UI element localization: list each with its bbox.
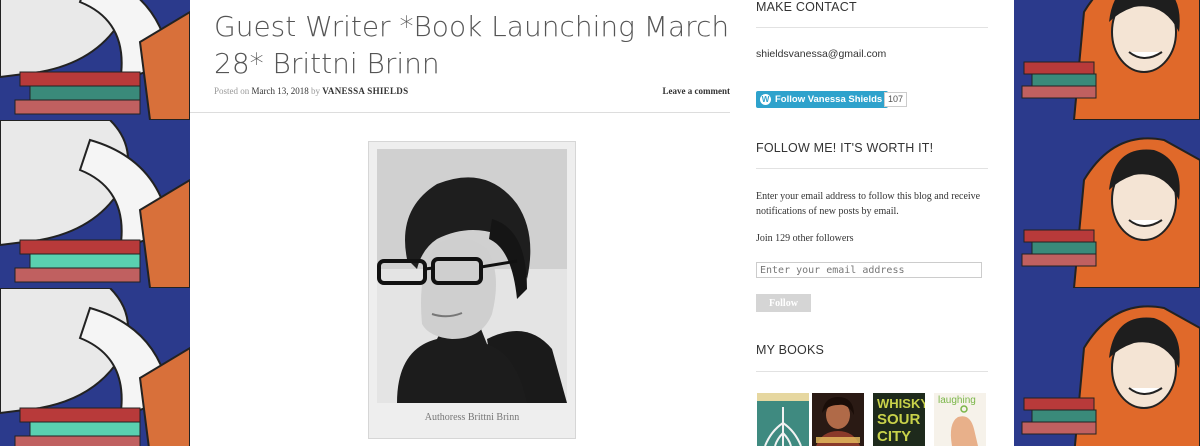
author-photo[interactable] <box>377 149 567 403</box>
post-meta: Posted on March 13, 2018 by VANESSA SHIE… <box>214 86 730 96</box>
book-title-line: laughing <box>938 395 976 406</box>
illustration-tile <box>1014 288 1200 446</box>
posted-on-label: Posted on <box>214 86 250 96</box>
follow-blog-button[interactable]: W Follow Vanessa Shields <box>756 91 889 108</box>
wordpress-icon: W <box>760 94 771 105</box>
right-background-pattern <box>1014 0 1200 446</box>
author-link[interactable]: VANESSA SHIELDS <box>322 86 408 96</box>
subscribe-description: Enter your email address to follow this … <box>756 191 981 217</box>
post-date-link[interactable]: March 13, 2018 <box>252 86 309 96</box>
subscribe-email-input[interactable] <box>756 262 982 278</box>
image-figure: Authoress Brittni Brinn <box>368 141 576 439</box>
subscribe-follow-button[interactable]: Follow <box>756 294 811 312</box>
leave-comment-link[interactable]: Leave a comment <box>663 86 730 96</box>
book-cover-portrait[interactable] <box>812 393 864 446</box>
widget-divider <box>756 27 988 28</box>
by-label: by <box>311 86 321 96</box>
book-cover-tree-roots[interactable] <box>757 393 809 446</box>
followers-count-text: Join 129 other followers <box>756 233 854 244</box>
illustration-tile <box>0 120 190 288</box>
book-cover-laughing[interactable]: laughing <box>934 393 986 446</box>
follow-button-label: Follow Vanessa Shields <box>775 94 883 105</box>
book-title-line: SOUR <box>877 411 921 428</box>
widget-title-my-books: MY BOOKS <box>756 343 825 357</box>
contact-email-link[interactable]: shieldsvanessa@gmail.com <box>756 48 886 60</box>
divider <box>190 112 730 113</box>
illustration-tile <box>0 288 190 446</box>
widget-title-follow: FOLLOW ME! IT'S WORTH IT! <box>756 141 934 155</box>
book-title-line: CITY <box>877 428 912 445</box>
widget-title-make-contact: MAKE CONTACT <box>756 0 857 14</box>
book-title-line: WHISKY <box>877 396 925 411</box>
illustration-tile <box>0 0 190 120</box>
book-cover-whisky-sour-city[interactable]: WHISKY SOUR CITY <box>873 393 925 446</box>
widget-divider <box>756 168 988 169</box>
image-caption: Authoress Brittni Brinn <box>424 412 520 423</box>
illustration-tile <box>1014 0 1200 120</box>
follower-count-badge: 107 <box>884 92 908 107</box>
post-content: Guest Writer *Book Launching March 28* B… <box>190 0 740 446</box>
left-background-pattern <box>0 0 190 446</box>
illustration-tile <box>1014 120 1200 288</box>
widget-divider <box>756 371 988 372</box>
sidebar: MAKE CONTACT shieldsvanessa@gmail.com W … <box>740 0 1014 446</box>
post-title[interactable]: Guest Writer *Book Launching March 28* B… <box>214 8 734 82</box>
